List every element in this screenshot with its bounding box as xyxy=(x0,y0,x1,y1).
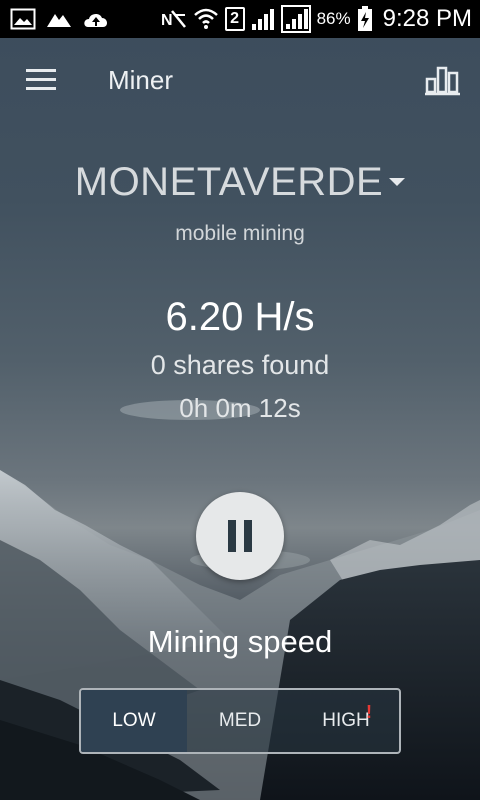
coin-name: MONETAVERDE xyxy=(74,160,384,204)
app-bar: Miner xyxy=(0,38,480,122)
no-signal-icon: N xyxy=(161,8,187,30)
hashrate-value: 6.20 H/s xyxy=(165,295,315,339)
battery-charging-icon xyxy=(357,6,373,32)
image-icon xyxy=(10,8,36,30)
pause-icon xyxy=(224,520,256,552)
battery-percent: 86% xyxy=(316,9,351,28)
mining-speed-label: Mining speed xyxy=(147,624,333,659)
speed-option-med[interactable]: MED xyxy=(187,690,293,752)
speed-option-low[interactable]: LOW xyxy=(81,690,187,752)
cloud-upload-icon xyxy=(82,9,110,29)
hamburger-menu-icon[interactable] xyxy=(26,69,56,91)
shares-found: 0 shares found xyxy=(150,350,330,380)
speed-option-label: MED xyxy=(218,710,262,731)
clock: 9:28 PM xyxy=(382,5,472,32)
speed-option-high[interactable]: HIGH ! xyxy=(293,690,399,752)
signal-icon xyxy=(251,7,275,31)
coin-selector-dropdown[interactable]: MONETAVERDE xyxy=(0,160,480,205)
speed-option-label: LOW xyxy=(112,710,156,731)
mining-mode-subtitle: mobile mining xyxy=(175,222,305,245)
warning-badge: ! xyxy=(366,702,372,722)
bar-chart-icon[interactable] xyxy=(423,62,463,98)
mountain-icon xyxy=(46,10,72,28)
speed-option-label: HIGH xyxy=(322,710,370,731)
mining-speed-selector: LOW MED HIGH ! xyxy=(79,688,401,754)
svg-text:N: N xyxy=(161,12,173,29)
app-title: Miner xyxy=(108,65,174,95)
status-bar: N 2 86% 9:28 PM xyxy=(0,0,480,38)
wifi-icon xyxy=(193,7,219,31)
signal-icon-2 xyxy=(280,5,311,33)
dropdown-caret-icon xyxy=(389,178,406,187)
sim-2-icon: 2 xyxy=(224,7,245,31)
pause-button[interactable] xyxy=(196,492,284,580)
elapsed-time: 0h 0m 12s xyxy=(179,393,301,423)
